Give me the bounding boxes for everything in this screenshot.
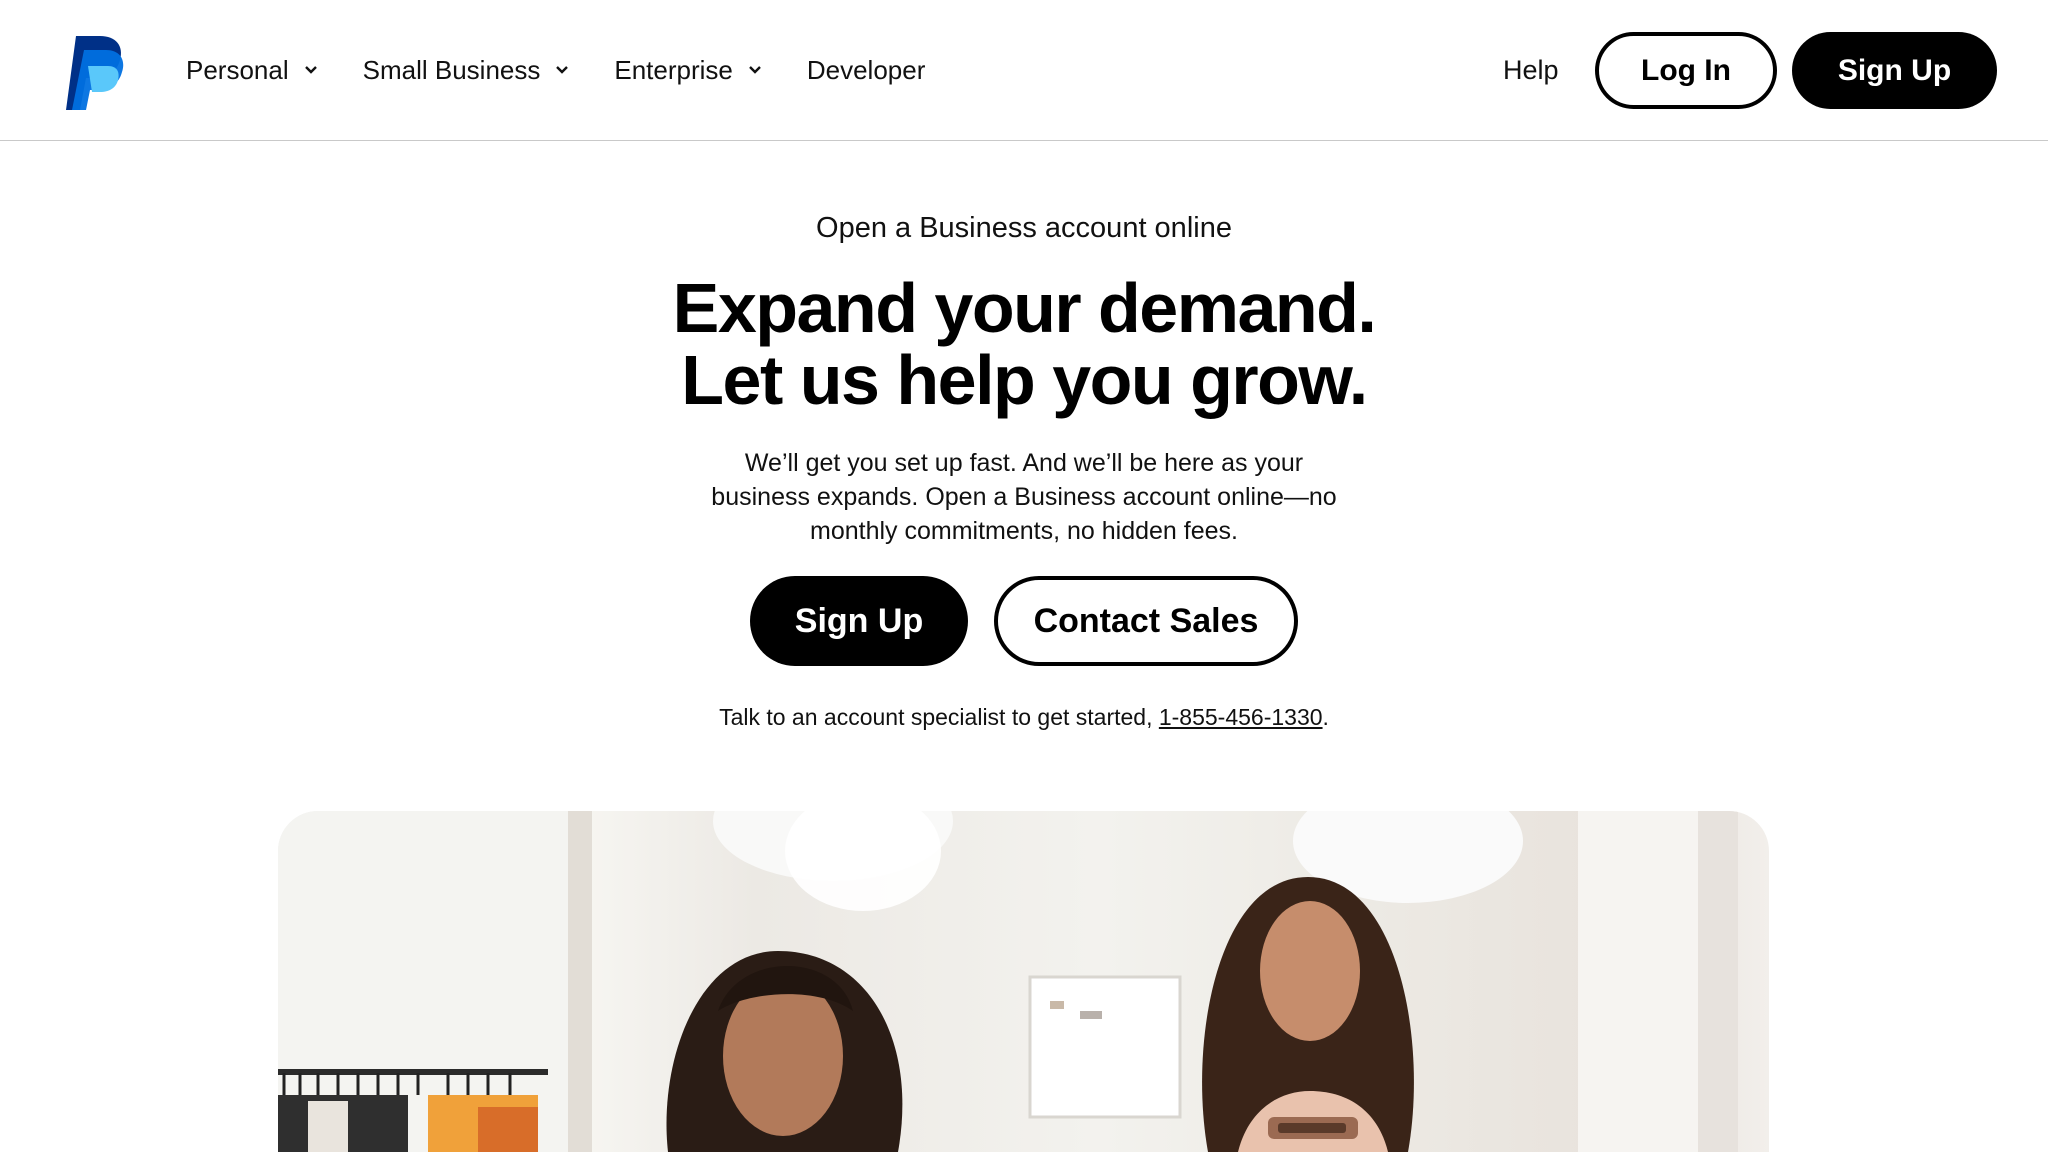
nav-developer-label: Developer	[806, 54, 926, 85]
nav-personal-label: Personal	[186, 54, 289, 85]
specialist-prefix: Talk to an account specialist to get sta…	[719, 704, 1159, 730]
specialist-text: Talk to an account specialist to get sta…	[0, 704, 2048, 731]
page-title: Expand your demand. Let us help you grow…	[0, 272, 2048, 416]
signup-button[interactable]: Sign Up	[750, 576, 968, 666]
hero-photo	[278, 811, 1769, 1152]
nav-enterprise-label: Enterprise	[614, 54, 733, 85]
nav-enterprise[interactable]: Enterprise	[614, 50, 763, 90]
chevron-down-icon	[304, 66, 317, 74]
hero-photo-illustration	[278, 811, 1738, 1152]
nav-developer[interactable]: Developer	[807, 50, 926, 90]
help-link[interactable]: Help	[1503, 50, 1559, 90]
nav-personal[interactable]: Personal	[186, 50, 319, 90]
phone-link[interactable]: 1-855-456-1330	[1159, 704, 1323, 730]
headline-line-2: Let us help you grow.	[681, 341, 1368, 419]
specialist-suffix: .	[1322, 704, 1329, 730]
nav-small-business[interactable]: Small Business	[363, 50, 571, 90]
eyebrow-text: Open a Business account online	[816, 212, 1232, 244]
chevron-down-icon	[556, 66, 569, 74]
login-button[interactable]: Log In	[1595, 32, 1777, 109]
site-header: Personal Small Business Enterprise Devel…	[0, 0, 2048, 141]
main-nav: Personal Small Business Enterprise Devel…	[186, 50, 969, 90]
headline-line-1: Expand your demand.	[672, 269, 1377, 347]
contact-sales-button[interactable]: Contact Sales	[994, 576, 1298, 666]
nav-small-business-label: Small Business	[362, 54, 541, 85]
paypal-logo-icon[interactable]	[62, 36, 124, 110]
header-signup-button[interactable]: Sign Up	[1792, 32, 1997, 109]
intro-paragraph: We’ll get you set up fast. And we’ll be …	[711, 449, 1337, 545]
chevron-down-icon	[749, 66, 761, 74]
